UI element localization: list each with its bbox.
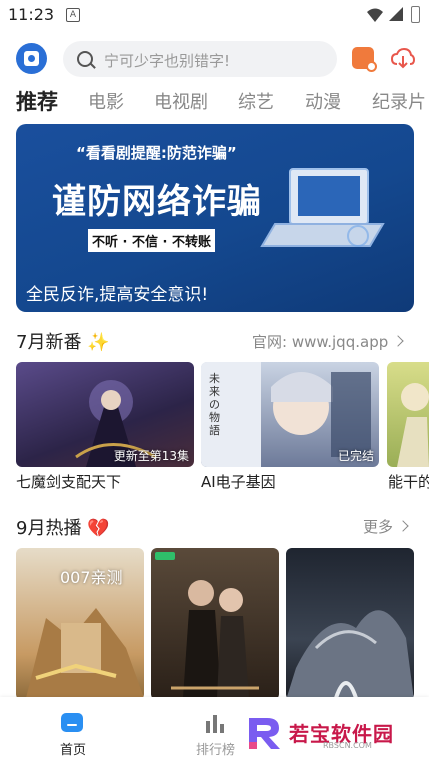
laptop-illustration [260, 168, 385, 247]
chevron-right-icon [397, 520, 409, 532]
home-icon[interactable] [61, 713, 83, 732]
banner-title: 谨防网络诈骗 [52, 182, 262, 222]
site-watermark: 若宝软件园 RBSCN.COM [245, 716, 415, 752]
status-bar: 11:23 A [0, 0, 429, 30]
wifi-icon [367, 8, 383, 22]
anime-card[interactable] [387, 362, 429, 467]
broken-heart-icon: 💔 [87, 518, 110, 539]
anime-card[interactable]: 更新至第13集 [16, 362, 194, 467]
search-bar[interactable]: 宁可少字也别错字! [63, 41, 337, 77]
tab-documentary[interactable]: 纪录片 [372, 88, 426, 114]
hot-card[interactable] [286, 548, 414, 700]
watermark-subtext: RBSCN.COM [323, 741, 372, 750]
app-logo-icon[interactable] [16, 43, 47, 74]
banner-caption: 全民反诈,提高安全意识! [26, 285, 209, 305]
signal-icon [389, 7, 403, 21]
episode-badge: 更新至第13集 [113, 449, 189, 463]
nav-home-label[interactable]: 首页 [60, 739, 86, 758]
hot-card[interactable]: 007亲测 [16, 548, 144, 700]
search-icon [77, 51, 93, 67]
rank-icon[interactable] [204, 713, 226, 733]
banner-slogan: 不听 · 不信 · 不转账 [88, 229, 215, 252]
section-new-title: 7月新番 ✨ [16, 332, 110, 353]
poster-art [286, 610, 414, 700]
anti-fraud-banner[interactable]: “看看剧提醒:防范诈骗” 谨防网络诈骗 不听 · 不信 · 不转账 全民反诈,提… [16, 124, 414, 312]
banner-top-line: “看看剧提醒:防范诈骗” [76, 144, 237, 162]
more-link[interactable]: 更多 [363, 516, 409, 537]
tab-movies[interactable]: 电影 [88, 88, 124, 114]
notification-icon: A [66, 8, 80, 22]
episode-badge: 已完结 [337, 449, 374, 463]
anime-card[interactable]: 未来の物語 已完结 [201, 362, 379, 467]
poster-overlay-text: 007亲测 [60, 568, 123, 587]
battery-icon [411, 6, 420, 23]
watermark-logo-icon [249, 718, 280, 749]
tab-tv-series[interactable]: 电视剧 [154, 88, 208, 114]
hot-card[interactable] [151, 548, 279, 700]
tab-recommend[interactable]: 推荐 [16, 86, 58, 116]
poster-title: 未来の物語 [209, 372, 220, 437]
chevron-right-icon [392, 335, 404, 347]
poster-art [155, 552, 259, 698]
search-placeholder: 宁可少字也别错字! [104, 52, 231, 70]
anime-title[interactable]: 能干的 [388, 471, 429, 492]
history-icon[interactable] [352, 47, 377, 72]
tab-variety[interactable]: 综艺 [238, 88, 274, 114]
anime-title[interactable]: 七魔剑支配天下 [16, 471, 121, 492]
category-tabs: 推荐 电影 电视剧 综艺 动漫 纪录片 [0, 88, 429, 120]
clock: 11:23 [8, 5, 55, 24]
tab-anime[interactable]: 动漫 [305, 88, 341, 114]
nav-rank-label[interactable]: 排行榜 [196, 739, 235, 758]
download-cloud-icon[interactable] [391, 46, 415, 70]
official-site-link[interactable]: 官网: www.jqq.app [252, 331, 404, 352]
anime-title[interactable]: AI电子基因 [201, 471, 276, 492]
section-hot-title: 9月热播 💔 [16, 518, 110, 539]
poster-art [397, 383, 429, 467]
sparkles-icon: ✨ [87, 332, 110, 353]
